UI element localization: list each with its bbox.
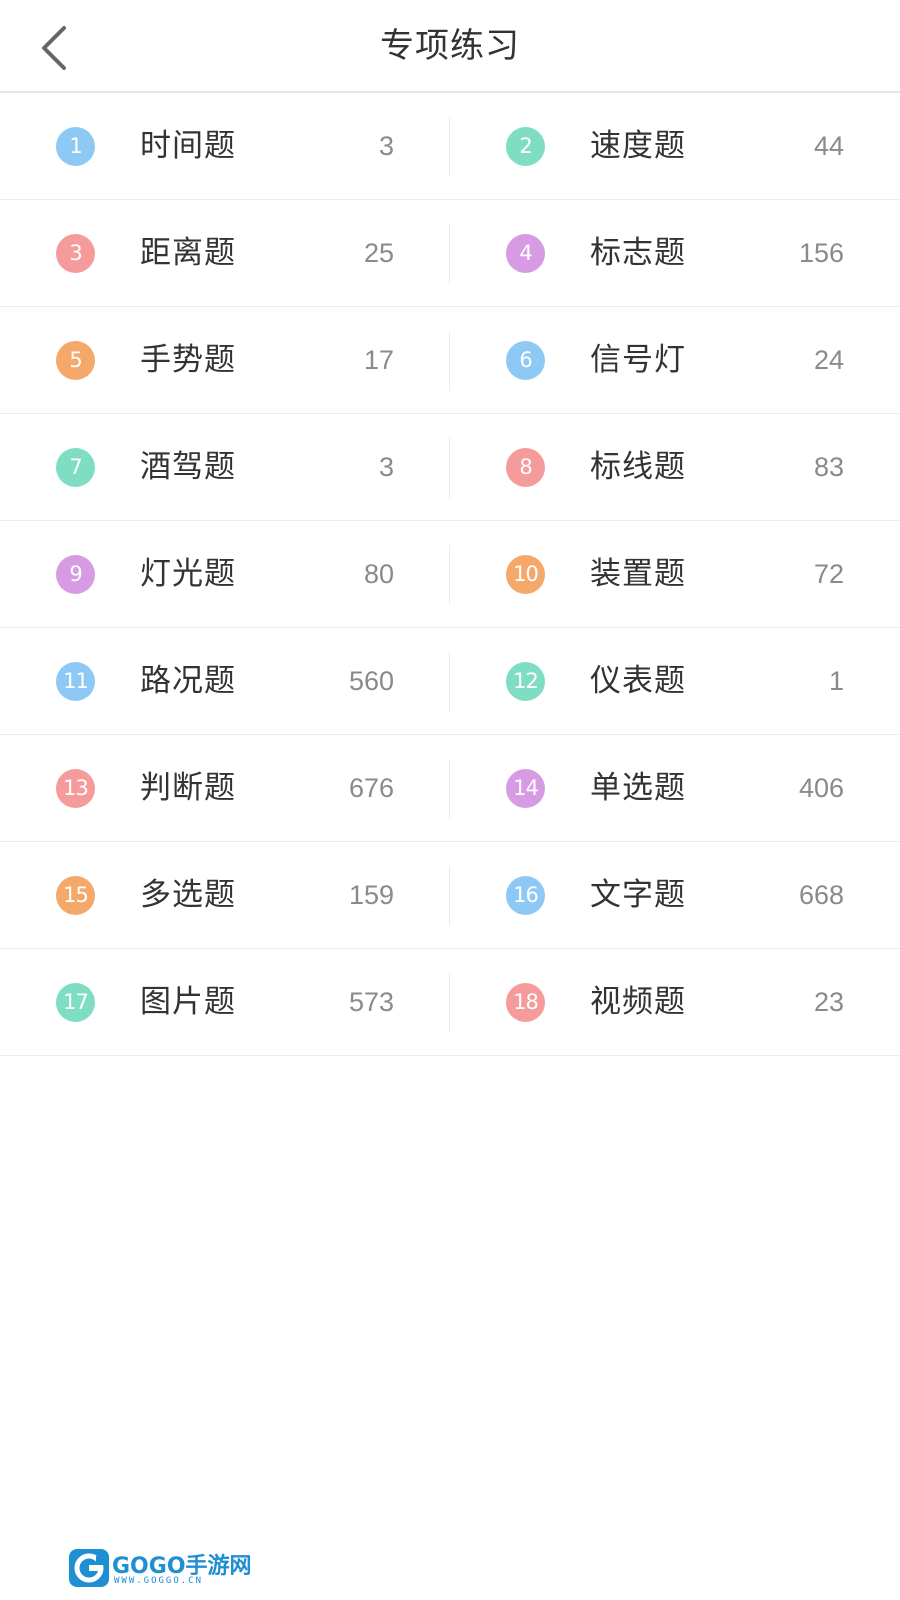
category-count: 668 [798, 880, 844, 910]
category-item[interactable]: 14 单选题 406 [450, 735, 900, 841]
category-label: 手势题 [140, 342, 236, 378]
category-row: 11 路况题 560 12 仪表题 1 [0, 628, 900, 735]
category-label: 标志题 [590, 235, 686, 271]
category-count: 573 [348, 987, 394, 1017]
category-number-badge: 17 [56, 983, 95, 1022]
category-row: 7 酒驾题 3 8 标线题 83 [0, 414, 900, 521]
category-count: 80 [363, 559, 394, 589]
category-label: 仪表题 [590, 663, 686, 699]
watermark-logo: GOGO手游网 WWW.GOGGO.CN [68, 1546, 252, 1590]
category-row: 15 多选题 159 16 文字题 668 [0, 842, 900, 949]
category-item[interactable]: 12 仪表题 1 [450, 628, 900, 734]
category-label: 速度题 [590, 128, 686, 164]
category-item[interactable]: 18 视频题 23 [450, 949, 900, 1055]
category-count: 560 [348, 666, 394, 696]
category-item[interactable]: 3 距离题 25 [0, 200, 450, 306]
column-divider [449, 866, 450, 926]
category-count: 72 [813, 559, 844, 589]
category-number-badge: 16 [506, 876, 545, 915]
category-item[interactable]: 9 灯光题 80 [0, 521, 450, 627]
category-count: 1 [828, 666, 844, 696]
category-number-badge: 5 [56, 341, 95, 380]
category-label: 酒驾题 [140, 449, 236, 485]
watermark-url: WWW.GOGGO.CN [114, 1576, 204, 1586]
category-label: 信号灯 [590, 342, 686, 378]
category-item[interactable]: 1 时间题 3 [0, 93, 450, 199]
category-number-badge: 10 [506, 555, 545, 594]
page-title: 专项练习 [380, 26, 520, 66]
category-item[interactable]: 16 文字题 668 [450, 842, 900, 948]
category-item[interactable]: 15 多选题 159 [0, 842, 450, 948]
category-row: 9 灯光题 80 10 装置题 72 [0, 521, 900, 628]
category-number-badge: 14 [506, 769, 545, 808]
category-label: 距离题 [140, 235, 236, 271]
category-number-badge: 4 [506, 234, 545, 273]
category-number-badge: 15 [56, 876, 95, 915]
category-count: 25 [363, 238, 394, 268]
category-number-badge: 2 [506, 127, 545, 166]
category-item[interactable]: 7 酒驾题 3 [0, 414, 450, 520]
nav-bar: 专项练习 [0, 0, 900, 93]
category-label: 时间题 [140, 128, 236, 164]
column-divider [449, 117, 450, 177]
category-item[interactable]: 5 手势题 17 [0, 307, 450, 413]
category-row: 5 手势题 17 6 信号灯 24 [0, 307, 900, 414]
column-divider [449, 438, 450, 498]
category-count: 83 [813, 452, 844, 482]
column-divider [449, 652, 450, 712]
category-count: 17 [363, 345, 394, 375]
category-number-badge: 7 [56, 448, 95, 487]
category-item[interactable]: 4 标志题 156 [450, 200, 900, 306]
category-label: 单选题 [590, 770, 686, 806]
column-divider [449, 331, 450, 391]
column-divider [449, 759, 450, 819]
category-count: 676 [348, 773, 394, 803]
category-row: 17 图片题 573 18 视频题 23 [0, 949, 900, 1056]
category-count: 44 [813, 131, 844, 161]
gogo-logo-icon [69, 1549, 109, 1587]
category-label: 图片题 [140, 984, 236, 1020]
category-count: 406 [798, 773, 844, 803]
category-count: 156 [798, 238, 844, 268]
category-count: 3 [378, 452, 394, 482]
category-label: 视频题 [590, 984, 686, 1020]
category-number-badge: 11 [56, 662, 95, 701]
page: 专项练习 1 时间题 3 2 速度题 44 3 距离题 25 4 标志题 156 5 手势题 17 6 信号灯 2… [0, 0, 900, 1600]
category-number-badge: 1 [56, 127, 95, 166]
category-number-badge: 13 [56, 769, 95, 808]
category-number-badge: 6 [506, 341, 545, 380]
category-row: 1 时间题 3 2 速度题 44 [0, 93, 900, 200]
category-number-badge: 3 [56, 234, 95, 273]
category-count: 3 [378, 131, 394, 161]
category-item[interactable]: 6 信号灯 24 [450, 307, 900, 413]
column-divider [449, 545, 450, 605]
category-item[interactable]: 13 判断题 676 [0, 735, 450, 841]
category-number-badge: 18 [506, 983, 545, 1022]
category-label: 灯光题 [140, 556, 236, 592]
category-item[interactable]: 10 装置题 72 [450, 521, 900, 627]
column-divider [449, 973, 450, 1033]
category-row: 13 判断题 676 14 单选题 406 [0, 735, 900, 842]
category-label: 装置题 [590, 556, 686, 592]
category-item[interactable]: 17 图片题 573 [0, 949, 450, 1055]
category-item[interactable]: 11 路况题 560 [0, 628, 450, 734]
category-item[interactable]: 8 标线题 83 [450, 414, 900, 520]
category-label: 路况题 [140, 663, 236, 699]
category-label: 多选题 [140, 877, 236, 913]
category-label: 文字题 [590, 877, 686, 913]
column-divider [449, 224, 450, 284]
category-item[interactable]: 2 速度题 44 [450, 93, 900, 199]
category-count: 23 [813, 987, 844, 1017]
category-count: 159 [348, 880, 394, 910]
category-grid: 1 时间题 3 2 速度题 44 3 距离题 25 4 标志题 156 5 手势题 17 6 信号灯 24 7 酒驾题… [0, 93, 900, 1056]
category-row: 3 距离题 25 4 标志题 156 [0, 200, 900, 307]
category-number-badge: 12 [506, 662, 545, 701]
category-count: 24 [813, 345, 844, 375]
category-number-badge: 9 [56, 555, 95, 594]
category-label: 判断题 [140, 770, 236, 806]
category-label: 标线题 [590, 449, 686, 485]
category-number-badge: 8 [506, 448, 545, 487]
